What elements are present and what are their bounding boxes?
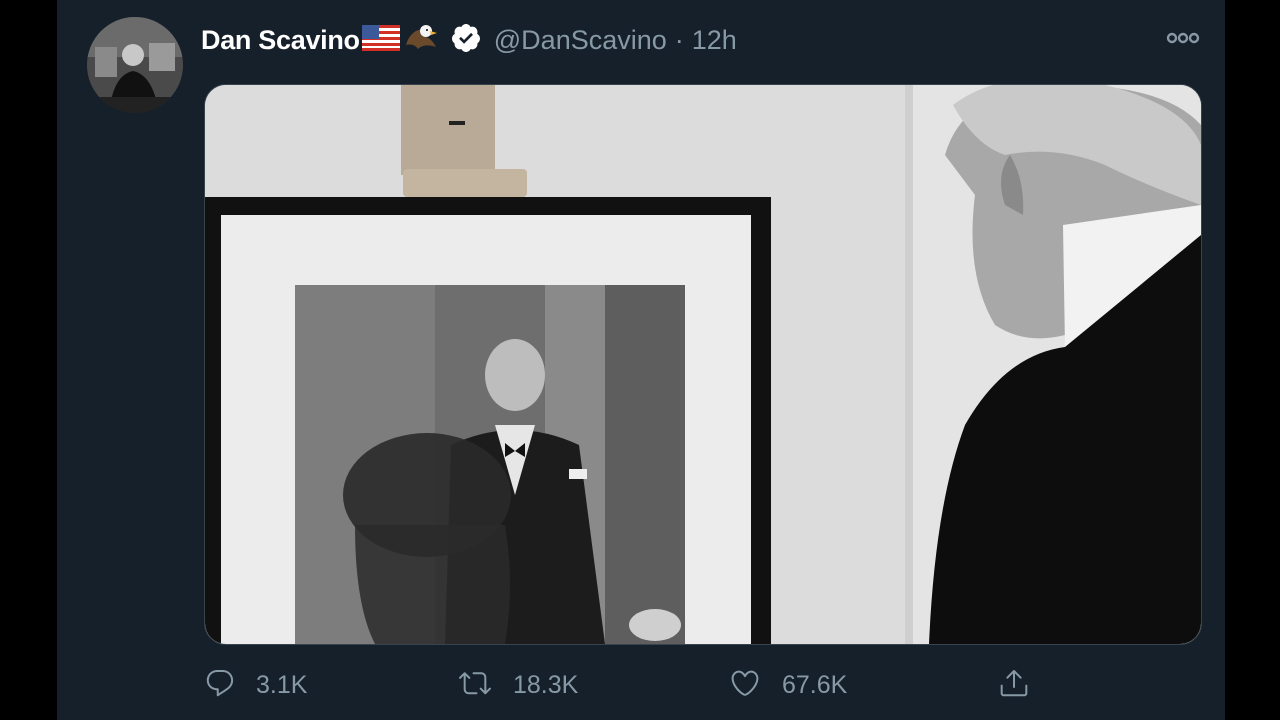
reply-icon [204,667,236,704]
like-count: 67.6K [782,670,848,699]
author-handle[interactable]: @DanScavino [494,25,667,56]
reply-count: 3.1K [256,670,308,699]
retweet-icon [457,667,493,704]
separator-dot: · [674,24,684,55]
heart-icon [728,667,762,704]
share-button[interactable] [998,662,1030,708]
like-button[interactable]: 67.6K [728,662,847,708]
share-icon [998,667,1030,704]
avatar[interactable] [87,17,183,113]
tweet-photo[interactable] [204,84,1202,645]
more-icon[interactable] [1165,26,1201,50]
eagle-icon [404,23,438,58]
reply-button[interactable]: 3.1K [204,662,307,708]
tweet-card[interactable]: Dan Scavino @DanScavino · 12h 3.1K 18.3K… [57,0,1225,720]
verified-badge-icon [450,22,482,59]
timestamp[interactable]: 12h [692,25,737,56]
tweet-header: Dan Scavino @DanScavino · 12h [201,20,737,60]
retweet-count: 18.3K [513,670,579,699]
tweet-actions: 3.1K 18.3K 67.6K [204,662,1074,708]
display-name[interactable]: Dan Scavino [201,25,360,56]
retweet-button[interactable]: 18.3K [457,662,578,708]
us-flag-icon [361,24,400,56]
